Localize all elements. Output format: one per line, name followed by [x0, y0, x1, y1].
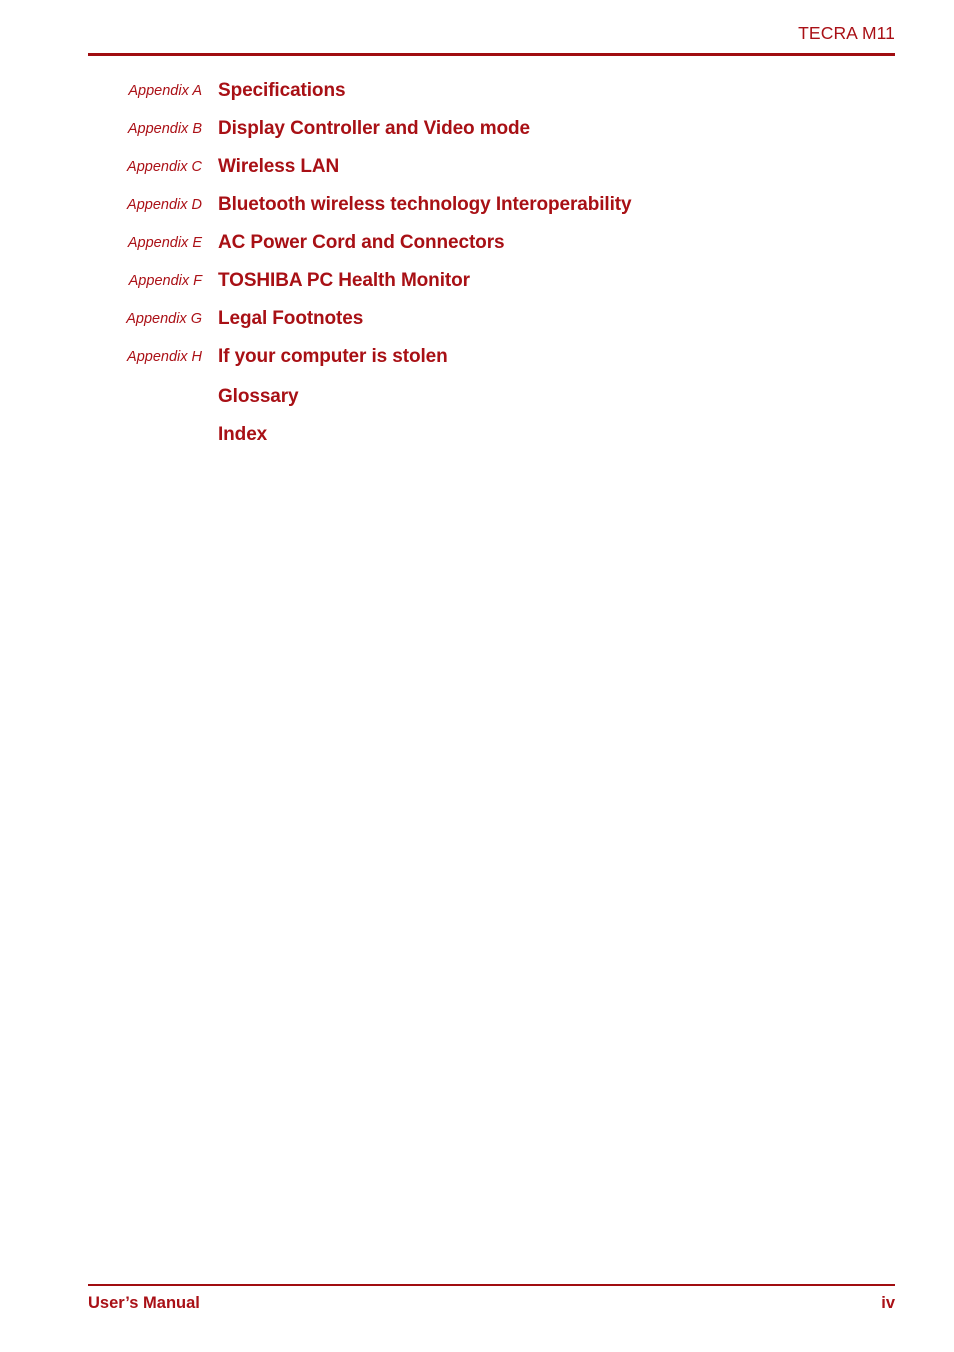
toc-entry-title: Index [218, 424, 268, 445]
toc-entry-title: AC Power Cord and Connectors [218, 232, 505, 253]
header-divider [88, 53, 895, 56]
footer-divider [88, 1284, 895, 1286]
manual-page: TECRA M11 Appendix A Specifications Appe… [0, 0, 954, 1352]
toc-entry-appendix-f[interactable]: Appendix F TOSHIBA PC Health Monitor [0, 268, 954, 306]
toc-entry-title: Display Controller and Video mode [218, 118, 531, 139]
toc-entry-appendix-h[interactable]: Appendix H If your computer is stolen [0, 344, 954, 384]
toc-entry-appendix-g[interactable]: Appendix G Legal Footnotes [0, 306, 954, 344]
toc-entry-label: Appendix B [127, 121, 202, 137]
header-product-title: TECRA M11 [798, 23, 895, 43]
toc-entry-appendix-b[interactable]: Appendix B Display Controller and Video … [0, 116, 954, 154]
footer-page-number: iv [881, 1294, 895, 1312]
toc-entry-title: TOSHIBA PC Health Monitor [218, 270, 470, 291]
toc-entry-appendix-e[interactable]: Appendix E AC Power Cord and Connectors [0, 230, 954, 268]
toc-entry-appendix-a[interactable]: Appendix A Specifications [0, 78, 954, 116]
toc-entry-label: Appendix A [128, 83, 202, 99]
toc-entry-title: Legal Footnotes [218, 308, 364, 329]
toc-entry-appendix-d[interactable]: Appendix D Bluetooth wireless technology… [0, 192, 954, 230]
appendix-contents-list: Appendix A Specifications Appendix B Dis… [0, 78, 954, 460]
toc-entry-label: Appendix C [127, 159, 202, 175]
toc-entry-title: Bluetooth wireless technology Interopera… [218, 194, 632, 215]
toc-entry-glossary[interactable]: Glossary [0, 384, 954, 422]
footer-document-name: User’s Manual [88, 1294, 200, 1312]
toc-entry-appendix-c[interactable]: Appendix C Wireless LAN [0, 154, 954, 192]
toc-entry-title: Glossary [218, 386, 299, 407]
toc-entry-title: Wireless LAN [218, 156, 340, 177]
toc-entry-label: Appendix F [128, 273, 202, 289]
toc-entry-label: Appendix G [126, 311, 202, 327]
toc-entry-index[interactable]: Index [0, 422, 954, 460]
toc-entry-label: Appendix H [127, 349, 202, 365]
toc-entry-title: If your computer is stolen [218, 346, 448, 367]
page-footer: User’s Manual iv [88, 1291, 895, 1321]
toc-entry-label: Appendix E [127, 235, 202, 251]
toc-entry-title: Specifications [218, 80, 346, 101]
toc-entry-label: Appendix D [127, 197, 202, 213]
